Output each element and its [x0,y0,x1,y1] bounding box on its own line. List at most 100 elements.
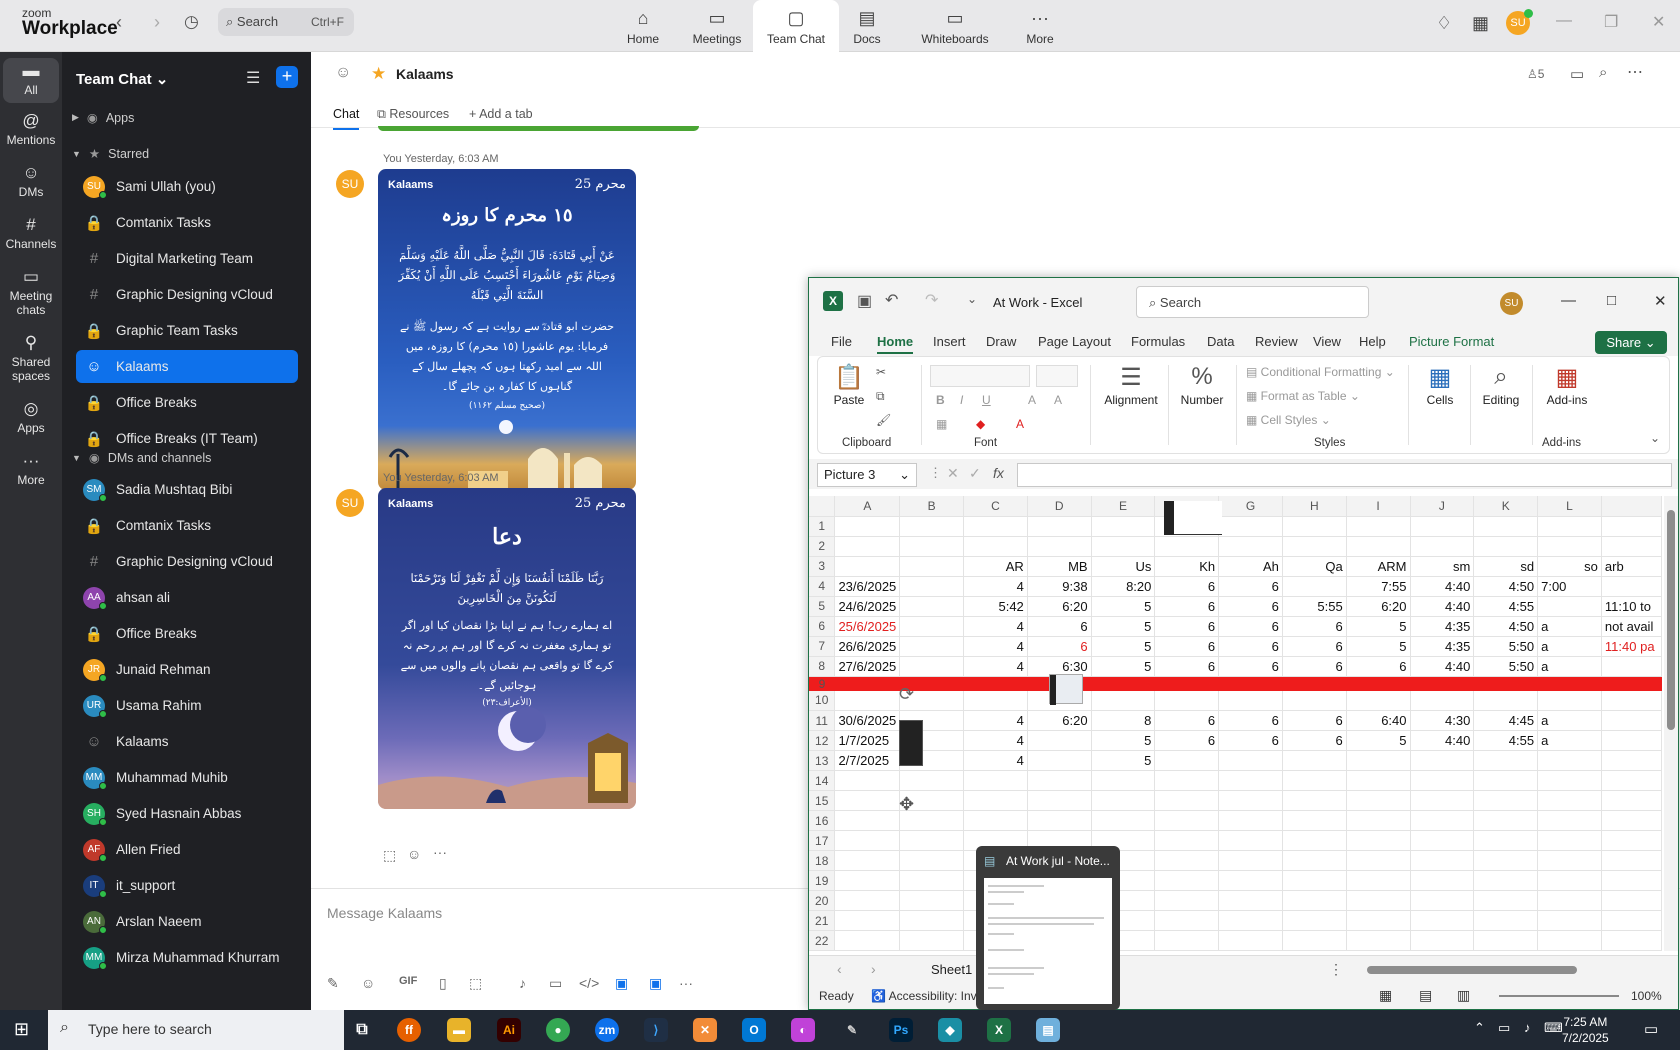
cell[interactable]: 5:50 [1473,636,1539,657]
cell[interactable] [1218,770,1283,791]
cell[interactable]: 2/7/2025 [834,750,901,771]
menu-help[interactable]: Help [1359,334,1386,349]
grow-font-icon[interactable]: A [1028,393,1036,407]
cell[interactable] [1282,810,1347,831]
cell[interactable] [899,890,964,911]
cell[interactable]: a [1537,710,1602,731]
cell[interactable] [1410,676,1474,691]
cell[interactable] [1410,770,1475,791]
sidebar-item[interactable]: MM Muhammad Muhib [76,761,298,794]
cell[interactable] [1282,516,1347,537]
row-header[interactable]: 4 [809,576,836,597]
cell[interactable]: a [1537,656,1602,677]
illustrator-icon[interactable]: Ai [497,1018,521,1042]
cell[interactable] [1473,890,1539,911]
cell[interactable]: 4:40 [1410,656,1475,677]
avatar[interactable]: SU [336,170,364,198]
cell[interactable] [1601,810,1662,831]
sidebar-title[interactable]: Team Chat ⌄ [76,70,168,88]
cell[interactable] [1601,770,1662,791]
cell[interactable] [1410,950,1475,951]
cell[interactable]: 5 [1091,656,1156,677]
tray-chevron-icon[interactable]: ⌃ [1474,1020,1485,1036]
cell[interactable] [899,636,964,657]
cell[interactable] [1346,536,1411,557]
cell[interactable]: 6 [1282,730,1347,751]
cell[interactable] [834,950,901,951]
cell[interactable]: 6 [1218,656,1283,677]
task-view-icon[interactable]: ⧉ [350,1018,374,1042]
row-header[interactable]: 22 [809,930,836,951]
sheet-tab[interactable]: Sheet1 [931,962,972,977]
cell[interactable]: a [1537,616,1602,637]
more-options-icon[interactable]: ⋮ [1329,961,1343,978]
cell[interactable] [1537,850,1602,871]
app-icon[interactable]: ◆ [938,1018,962,1042]
cell[interactable]: 6 [1154,656,1220,677]
cell[interactable]: 4 [963,636,1028,657]
cell[interactable]: Ah [1218,556,1283,577]
customize-icon[interactable]: ⌄ [967,292,977,306]
zoom-slider[interactable] [1499,995,1619,997]
row-header[interactable]: 17 [809,830,836,851]
cell[interactable] [899,616,964,637]
cell[interactable] [1346,516,1411,537]
cell[interactable] [834,556,901,577]
cell[interactable] [1410,516,1475,537]
cell[interactable]: 4:40 [1410,576,1475,597]
cell[interactable] [1346,830,1411,851]
row-header[interactable]: 9 [809,676,835,691]
cell[interactable] [1091,516,1156,537]
cell[interactable] [1601,576,1662,597]
format-as-table-button[interactable]: ▦ Format as Table ⌄ [1246,389,1360,403]
cell[interactable]: 4 [963,710,1028,731]
cell[interactable]: ARM [1346,556,1411,577]
cell[interactable] [1473,850,1539,871]
row-header[interactable]: 12 [809,730,836,751]
minimize-icon[interactable]: — [1556,12,1572,30]
avatar[interactable]: SU [336,489,364,517]
conditional-formatting-button[interactable]: ▤ Conditional Formatting ⌄ [1246,365,1395,379]
function-icon[interactable]: fx [993,465,1004,481]
notepad-thumbnail[interactable]: ▤ At Work jul - Note... [976,846,1120,1010]
reply-icon[interactable]: ⬚ [383,847,396,864]
cell[interactable] [1282,870,1347,891]
cell[interactable]: 4:55 [1473,596,1539,617]
cell[interactable] [834,516,901,537]
cell[interactable]: 5 [1346,616,1411,637]
cell[interactable] [899,910,964,931]
cell[interactable] [1537,676,1602,691]
cell[interactable]: 26/6/2025 [834,636,901,657]
enter-icon[interactable]: ✓ [969,465,981,482]
cell[interactable] [1537,750,1602,771]
menu-picture-format[interactable]: Picture Format [1409,334,1494,349]
cell[interactable] [834,890,901,911]
cell[interactable] [1601,710,1662,731]
font-color-icon[interactable]: A [1016,417,1024,431]
photoshop-icon[interactable]: Ps [889,1018,913,1042]
sidebar-item[interactable]: ☺ Kalaams [76,725,298,758]
back-icon[interactable]: ‹ [116,12,122,33]
cell[interactable] [963,770,1028,791]
cell[interactable] [1537,690,1602,711]
channel-name[interactable]: Kalaams [396,66,454,82]
number-button[interactable]: % Number [1172,363,1232,407]
cell[interactable]: 5 [1091,596,1156,617]
history-icon[interactable]: ◷ [184,12,199,32]
cell[interactable]: 11:40 pa [1601,636,1662,657]
cell[interactable] [1154,830,1220,851]
cell[interactable] [1091,536,1156,557]
row-header[interactable]: 1 [809,516,836,537]
cell[interactable] [1027,770,1092,791]
cancel-icon[interactable]: ✕ [947,465,959,482]
cell[interactable]: 6 [1282,710,1347,731]
sidebar-item[interactable]: AA ahsan ali [76,581,298,614]
column-header[interactable]: B [899,496,964,517]
cell[interactable] [834,536,901,557]
cell[interactable] [1473,810,1539,831]
cell[interactable] [1601,536,1662,557]
excel-taskbar-icon[interactable]: X [987,1018,1011,1042]
cell[interactable] [1218,750,1283,771]
firefox-icon[interactable]: ff [397,1018,421,1042]
cell[interactable] [834,910,901,931]
